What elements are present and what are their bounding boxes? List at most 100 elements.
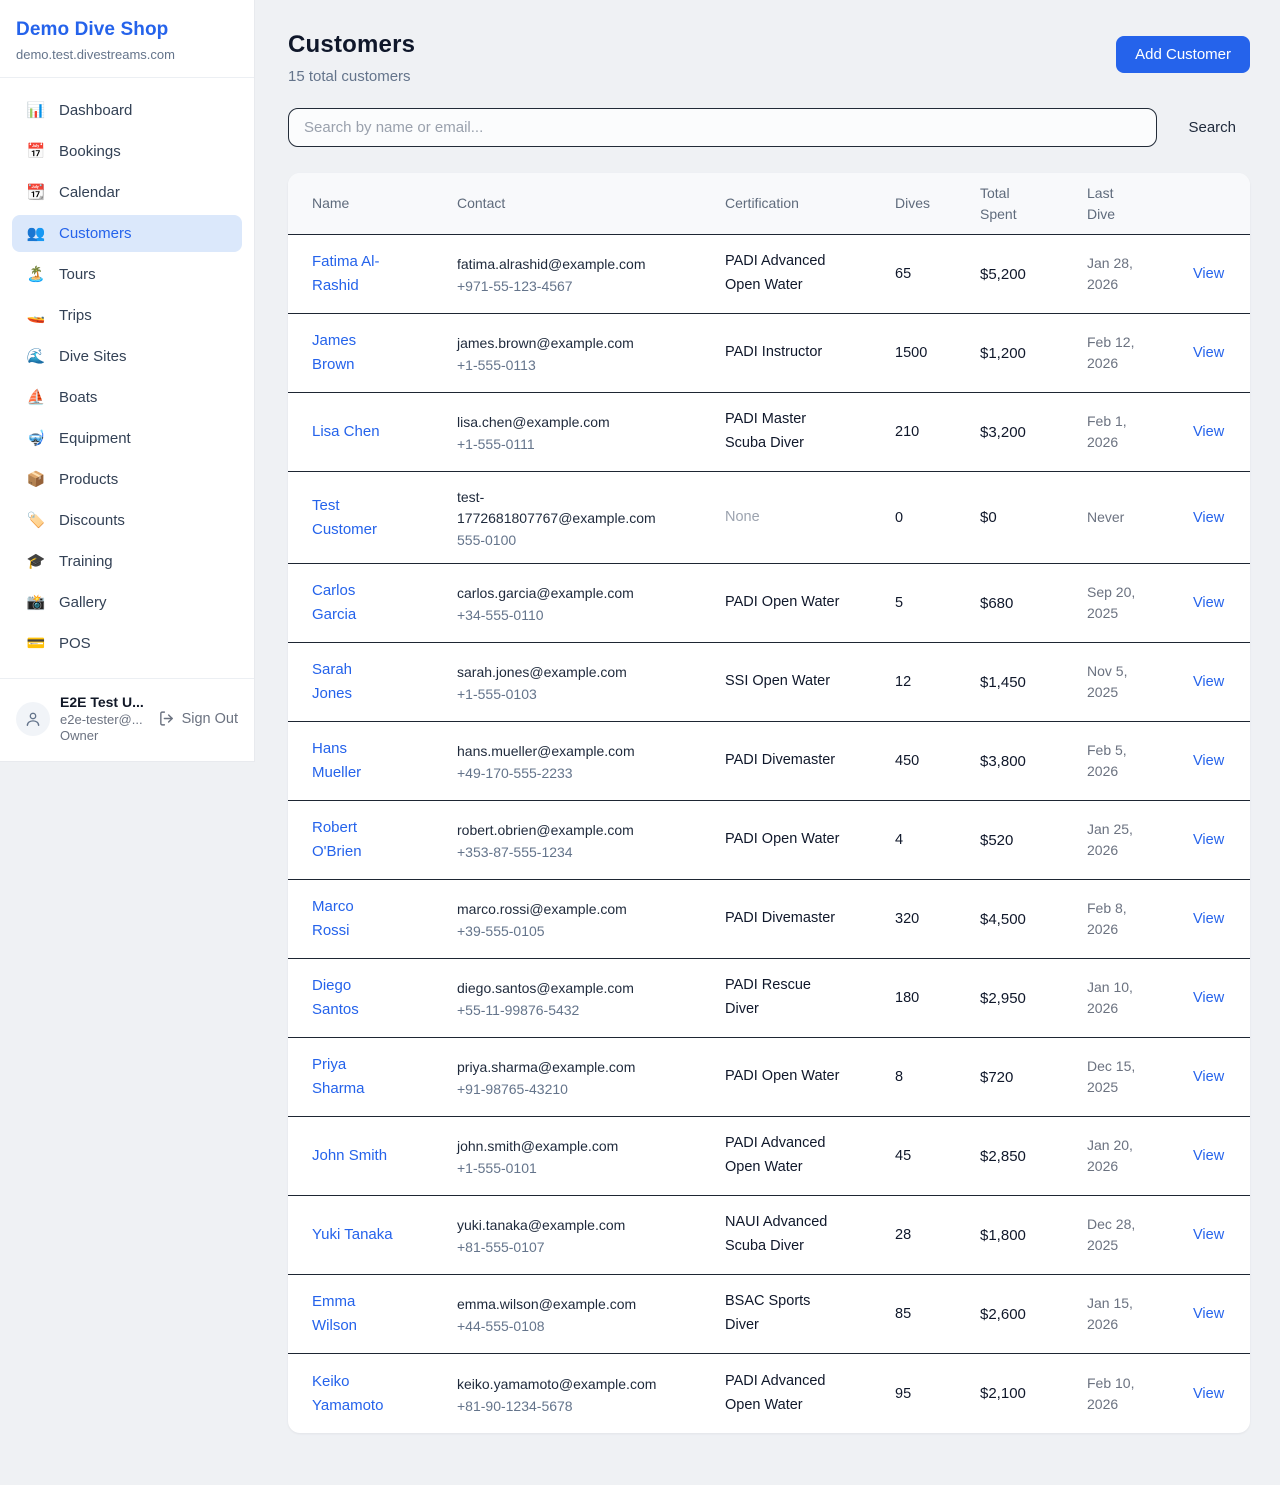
customer-last-dive: Sep 20, 2025 (1087, 582, 1145, 624)
view-link[interactable]: View (1193, 345, 1224, 361)
view-link[interactable]: View (1193, 1386, 1224, 1402)
customer-total-spent: $680 (980, 595, 1087, 612)
table-row: Robert O'Brien robert.obrien@example.com… (288, 801, 1250, 880)
search-button[interactable]: Search (1186, 113, 1238, 142)
table-row: Fatima Al-Rashid fatima.alrashid@example… (288, 235, 1250, 314)
customer-name-link[interactable]: Diego Santos (312, 974, 393, 1022)
add-customer-button[interactable]: Add Customer (1116, 36, 1250, 73)
sidebar-item-dashboard[interactable]: 📊 Dashboard (12, 92, 242, 129)
view-link[interactable]: View (1193, 1227, 1224, 1243)
customer-total-spent: $4,500 (980, 911, 1087, 928)
customer-name-link[interactable]: Keiko Yamamoto (312, 1370, 393, 1418)
sidebar-item-pos[interactable]: 💳 POS (12, 625, 242, 662)
customer-last-dive: Feb 12, 2026 (1087, 332, 1145, 374)
table-body: Fatima Al-Rashid fatima.alrashid@example… (288, 235, 1250, 1433)
customer-email: john.smith@example.com (457, 1136, 663, 1157)
customer-name-link[interactable]: Marco Rossi (312, 895, 393, 943)
customer-last-dive: Jan 10, 2026 (1087, 977, 1145, 1019)
main-header: Customers 15 total customers Add Custome… (288, 31, 1250, 85)
view-link[interactable]: View (1193, 424, 1224, 440)
customer-name-link[interactable]: Emma Wilson (312, 1290, 393, 1338)
customer-last-dive: Jan 28, 2026 (1087, 253, 1145, 295)
view-link[interactable]: View (1193, 1069, 1224, 1085)
customer-name-link[interactable]: Carlos Garcia (312, 579, 393, 627)
sidebar-nav: 📊 Dashboard 📅 Bookings 📆 Calendar 👥 Cust… (0, 78, 254, 678)
customer-name-link[interactable]: Sarah Jones (312, 658, 393, 706)
table-row: Keiko Yamamoto keiko.yamamoto@example.co… (288, 1354, 1250, 1433)
search-input[interactable] (288, 108, 1157, 147)
view-link[interactable]: View (1193, 510, 1224, 526)
customer-name-link[interactable]: James Brown (312, 329, 393, 377)
user-avatar-icon (16, 702, 50, 736)
customer-phone: +971-55-123-4567 (457, 278, 725, 294)
customer-name-link[interactable]: Hans Mueller (312, 737, 393, 785)
customer-total-spent: $2,100 (980, 1385, 1087, 1402)
customer-certification: PADI Advanced Open Water (725, 250, 840, 298)
sidebar-item-discounts[interactable]: 🏷️ Discounts (12, 502, 242, 539)
customer-dives: 12 (895, 674, 980, 690)
view-link[interactable]: View (1193, 266, 1224, 282)
sidebar-item-training[interactable]: 🎓 Training (12, 543, 242, 580)
view-link[interactable]: View (1193, 832, 1224, 848)
customer-name-link[interactable]: Robert O'Brien (312, 816, 393, 864)
customer-email: yuki.tanaka@example.com (457, 1215, 663, 1236)
view-link[interactable]: View (1193, 990, 1224, 1006)
tag-icon: 🏷️ (26, 513, 46, 528)
customer-certification: PADI Open Water (725, 591, 839, 615)
sidebar-header: Demo Dive Shop demo.test.divestreams.com (0, 0, 254, 78)
customer-name-link[interactable]: John Smith (312, 1144, 387, 1168)
customer-last-dive: Jan 15, 2026 (1087, 1293, 1145, 1335)
view-link[interactable]: View (1193, 1148, 1224, 1164)
search-row: Search (288, 108, 1250, 147)
customer-name-link[interactable]: Lisa Chen (312, 420, 380, 444)
customer-dives: 0 (895, 510, 980, 526)
customer-phone: +1-555-0113 (457, 357, 725, 373)
sidebar-item-products[interactable]: 📦 Products (12, 461, 242, 498)
user-email: e2e-tester@... (60, 712, 148, 727)
customer-total-spent: $5,200 (980, 266, 1087, 283)
sidebar-item-calendar[interactable]: 📆 Calendar (12, 174, 242, 211)
sidebar-item-gallery[interactable]: 📸 Gallery (12, 584, 242, 621)
customer-last-dive: Never (1087, 507, 1124, 528)
customer-name-link[interactable]: Priya Sharma (312, 1053, 393, 1101)
customer-name-link[interactable]: Test Customer (312, 494, 393, 542)
customer-email: test-1772681807767@example.com (457, 487, 663, 529)
sign-out-button[interactable]: Sign Out (158, 710, 238, 727)
customer-last-dive: Feb 1, 2026 (1087, 411, 1145, 453)
view-link[interactable]: View (1193, 1306, 1224, 1322)
sidebar-item-equipment[interactable]: 🤿 Equipment (12, 420, 242, 457)
customer-phone: +49-170-555-2233 (457, 765, 725, 781)
sidebar-item-dive-sites[interactable]: 🌊 Dive Sites (12, 338, 242, 375)
customer-dives: 180 (895, 990, 980, 1006)
tear-off-calendar-icon: 📆 (26, 185, 46, 200)
customer-dives: 8 (895, 1069, 980, 1085)
view-link[interactable]: View (1193, 911, 1224, 927)
view-link[interactable]: View (1193, 753, 1224, 769)
customer-total-spent: $720 (980, 1069, 1087, 1086)
sidebar-item-boats[interactable]: ⛵ Boats (12, 379, 242, 416)
customer-phone: +39-555-0105 (457, 923, 725, 939)
camera-icon: 📸 (26, 595, 46, 610)
customer-phone: 555-0100 (457, 532, 725, 548)
customer-dives: 65 (895, 266, 980, 282)
customer-last-dive: Feb 8, 2026 (1087, 898, 1145, 940)
customers-table: Name Contact Certification Dives Total S… (288, 173, 1250, 1433)
customer-name-link[interactable]: Yuki Tanaka (312, 1223, 393, 1247)
sidebar-item-tours[interactable]: 🏝️ Tours (12, 256, 242, 293)
sidebar-item-trips[interactable]: 🚤 Trips (12, 297, 242, 334)
sidebar-item-customers[interactable]: 👥 Customers (12, 215, 242, 252)
column-header-dives: Dives (895, 193, 980, 213)
customer-certification: PADI Advanced Open Water (725, 1370, 840, 1418)
customer-phone: +44-555-0108 (457, 1318, 725, 1334)
credit-card-icon: 💳 (26, 636, 46, 651)
customer-certification: PADI Instructor (725, 341, 822, 365)
main-content: Customers 15 total customers Add Custome… (255, 0, 1280, 1433)
view-link[interactable]: View (1193, 595, 1224, 611)
customer-name-link[interactable]: Fatima Al-Rashid (312, 250, 393, 298)
customer-total-spent: $2,850 (980, 1148, 1087, 1165)
customer-email: diego.santos@example.com (457, 978, 663, 999)
sidebar-item-bookings[interactable]: 📅 Bookings (12, 133, 242, 170)
customer-email: keiko.yamamoto@example.com (457, 1374, 663, 1395)
customer-last-dive: Jan 20, 2026 (1087, 1135, 1145, 1177)
view-link[interactable]: View (1193, 674, 1224, 690)
